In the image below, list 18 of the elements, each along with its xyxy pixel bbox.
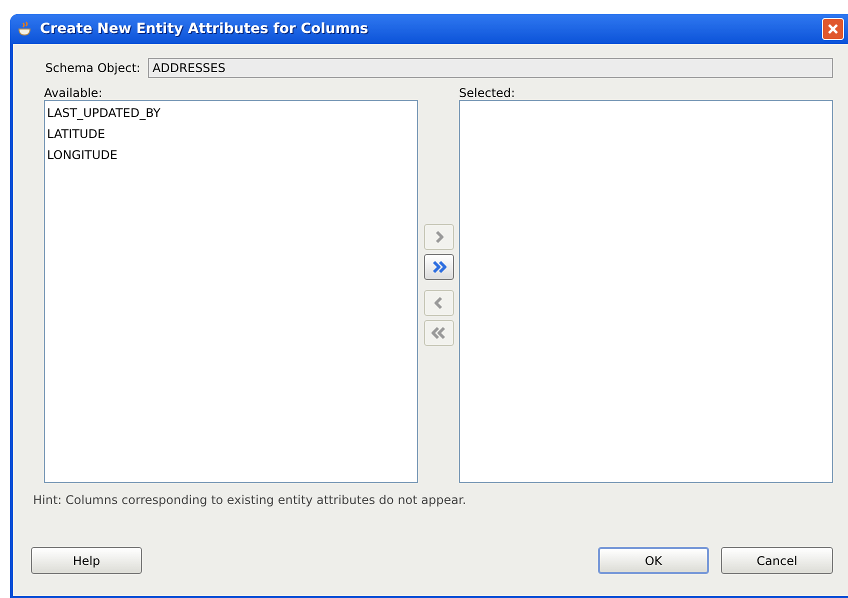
- move-button[interactable]: [424, 254, 454, 280]
- help-button[interactable]: Help: [31, 547, 142, 574]
- cancel-button[interactable]: Cancel: [721, 547, 833, 574]
- window-title: Create New Entity Attributes for Columns: [40, 20, 368, 38]
- selected-label: Selected:: [459, 85, 516, 100]
- available-label: Available:: [44, 85, 104, 100]
- hint-text: Hint: Columns corresponding to existing entity attributes do not appear.: [33, 492, 468, 509]
- list-item[interactable]: LAST_UPDATED_BY: [45, 103, 417, 124]
- schema-object-field[interactable]: ADDRESSES: [148, 58, 833, 78]
- close-icon: [827, 23, 839, 35]
- list-item[interactable]: LATITUDE: [45, 124, 417, 145]
- double-chevron-right-icon: [430, 259, 446, 275]
- list-item[interactable]: LONGITUDE: [45, 145, 417, 166]
- ok-button[interactable]: OK: [598, 547, 709, 574]
- schema-object-label: Schema Object:: [44, 60, 140, 77]
- double-chevron-left-icon: [430, 325, 446, 341]
- close-button[interactable]: [822, 18, 844, 40]
- available-list[interactable]: LAST_UPDATED_BY LATITUDE LONGITUDE: [44, 100, 418, 483]
